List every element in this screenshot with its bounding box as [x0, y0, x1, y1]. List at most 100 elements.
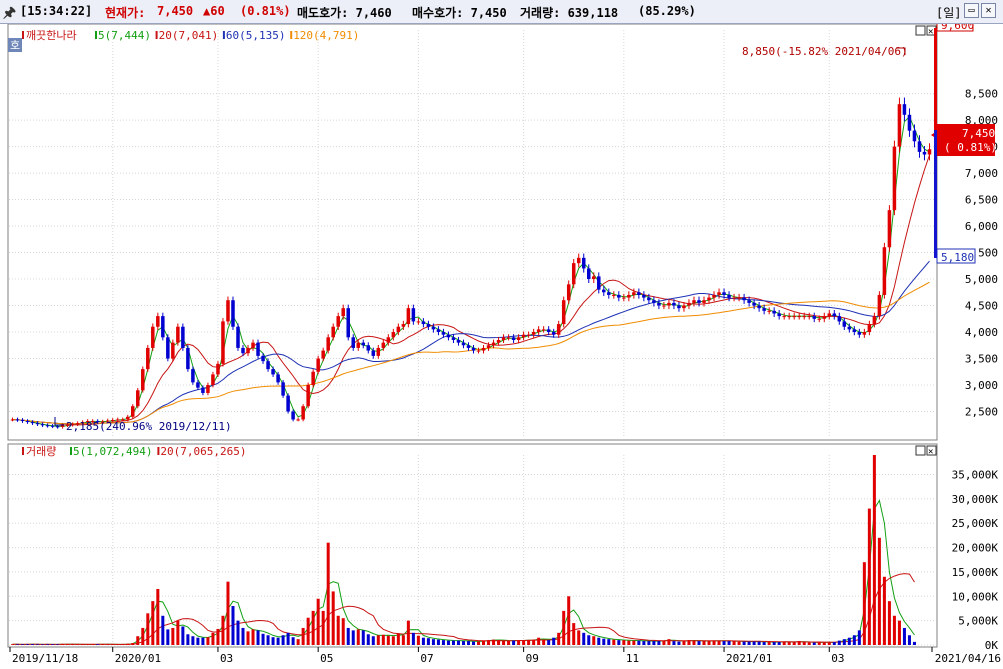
volume-bar [261, 633, 265, 645]
volume-bar [461, 641, 465, 645]
volume-bar [26, 644, 30, 645]
candle-body [837, 316, 842, 322]
candle-body [466, 345, 471, 348]
candle-body [10, 419, 15, 421]
x-axis-label: 03 [220, 652, 233, 665]
change-percent: (0.81%) [240, 4, 291, 18]
low-price-value: 5,180 [941, 251, 974, 264]
candle-body [797, 316, 801, 318]
top-price-value: 9,600 [941, 24, 974, 32]
volume-bar [281, 635, 285, 645]
volume-bar [361, 630, 365, 645]
volume-bar [151, 601, 155, 645]
volume-bar [406, 620, 410, 645]
volume-bar [677, 641, 681, 645]
volume-bar [742, 641, 746, 645]
price-ma-legend-label: 5(7,444) [98, 29, 151, 42]
close-button[interactable]: ✕ [981, 3, 996, 18]
price-name-marker [22, 31, 24, 39]
candle-body [246, 347, 250, 354]
volume-bar [777, 642, 781, 645]
price-ma-legend-label: 20(7,041) [159, 29, 219, 42]
volume-bar [832, 642, 836, 645]
volume-bar [266, 635, 270, 645]
volume-bar [66, 644, 70, 645]
volume-bar [817, 642, 821, 645]
x-axis-label: 2021/01 [726, 652, 772, 665]
volume-bar [782, 641, 786, 645]
candle-body [516, 337, 521, 340]
candle-body [306, 385, 310, 407]
volume-bar [627, 640, 631, 645]
candle-body [622, 297, 626, 299]
candle-body [201, 387, 205, 393]
candle-body [226, 300, 230, 322]
volume-bar [366, 634, 370, 645]
candle-body [376, 347, 381, 356]
min-price-annotation: 2,185(240.96% 2019/12/11) [66, 420, 232, 433]
header-bar: 🖈 [15:34:22] 현재가: 7,450 ▲60 (0.81%) 매도호가… [0, 0, 1003, 24]
candle-body [366, 345, 371, 351]
x-axis-label: 2019/11/18 [12, 652, 78, 665]
volume-bar [121, 644, 125, 645]
candle-body [917, 141, 922, 152]
volume-panel-min-button[interactable] [915, 445, 926, 456]
price-y-tick-label: 6,000 [965, 220, 998, 233]
volume-bar [311, 610, 315, 645]
candle-body [231, 300, 235, 327]
volume-bar [466, 641, 470, 645]
candle-body [136, 390, 140, 407]
volume-bar [36, 644, 40, 645]
candle-body [647, 297, 651, 301]
pin-icon[interactable]: 🖈 [3, 2, 16, 26]
candle-body [206, 385, 210, 393]
candle-body [386, 337, 391, 343]
candle-body [787, 316, 791, 318]
price-y-tick-label: 6,500 [965, 194, 998, 207]
price-panel-min-button[interactable] [915, 25, 926, 36]
candle-body [431, 326, 436, 330]
candle-body [561, 300, 566, 325]
candle-body [461, 342, 466, 346]
candle-body [832, 313, 837, 317]
volume-bar [201, 637, 205, 645]
current-price-value: 7,450 [157, 4, 194, 18]
candle-body [847, 326, 852, 330]
volume-bar [642, 641, 646, 645]
candle-body [45, 425, 50, 427]
volume-title-marker [22, 447, 24, 455]
candle-body [757, 305, 761, 309]
price-ma-legend-label: 120(4,791) [293, 29, 359, 42]
candle-body [191, 369, 195, 383]
candle-body [326, 337, 330, 351]
volume-bar [497, 640, 501, 645]
x-axis-label: 07 [420, 652, 433, 665]
candle-body [607, 292, 611, 295]
volume-bar [862, 562, 866, 645]
volume-bar [431, 639, 435, 645]
volume-bar [657, 641, 661, 645]
price-ma-legend-label: 60(5,135) [226, 29, 286, 42]
candle-body [642, 294, 646, 298]
candle-body [566, 284, 571, 301]
candle-body [436, 329, 441, 333]
volume-bar [882, 576, 886, 645]
volume-bar [717, 640, 721, 645]
volume-bar [271, 637, 275, 645]
minimize-button[interactable]: ▭ [964, 3, 979, 18]
volume-bar [727, 641, 731, 645]
candle-body [241, 347, 245, 354]
candle-body [882, 247, 887, 295]
volume-bar [707, 641, 711, 645]
period-daily-button[interactable]: [일] [936, 4, 962, 21]
volume-bar [381, 634, 385, 645]
candle-body [20, 419, 25, 422]
volume-bar [231, 606, 235, 645]
candle-body [717, 292, 721, 295]
stock-chart[interactable]: 8,5008,0007,5007,0006,5006,0005,5005,000… [0, 24, 1003, 669]
volume-bar [166, 629, 170, 645]
volume-bar [857, 630, 861, 645]
candle-body [511, 337, 516, 340]
volume-bar [732, 641, 736, 645]
candle-body [777, 313, 781, 317]
